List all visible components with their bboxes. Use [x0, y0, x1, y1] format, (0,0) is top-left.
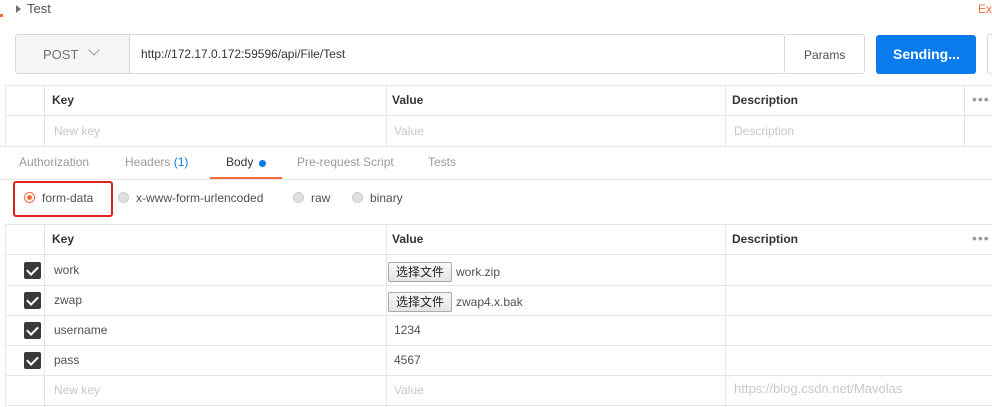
new-key-input[interactable]: New key: [54, 124, 100, 138]
url-input[interactable]: http://172.17.0.172:59596/api/File/Test: [141, 47, 345, 61]
row-enabled-checkbox[interactable]: [24, 292, 41, 309]
headers-count-badge: (1): [173, 155, 189, 169]
new-value-input[interactable]: Value: [394, 124, 424, 138]
divider: [6, 375, 992, 376]
row-value[interactable]: 4567: [394, 353, 421, 367]
divider: [725, 224, 726, 407]
column-header-value: Value: [392, 93, 424, 107]
divider: [5, 85, 6, 146]
request-bar: [15, 34, 785, 74]
examples-link[interactable]: Ex: [978, 2, 992, 16]
column-header-value: Value: [392, 232, 424, 246]
row-key[interactable]: pass: [54, 353, 79, 367]
divider: [6, 345, 992, 346]
row-key[interactable]: work: [54, 263, 79, 277]
column-header-description: Description: [732, 93, 799, 107]
tab-headers-label: Headers: [125, 155, 171, 169]
body-indicator-dot: [259, 160, 266, 167]
radio-x-www-form-urlencoded[interactable]: [118, 192, 129, 203]
divider: [6, 315, 992, 316]
divider: [44, 224, 45, 407]
column-header-key: Key: [52, 93, 75, 107]
new-value-input[interactable]: Value: [394, 383, 424, 397]
tab-tests[interactable]: Tests: [428, 155, 456, 169]
divider: [6, 115, 992, 116]
row-enabled-checkbox[interactable]: [24, 322, 41, 339]
row-enabled-checkbox[interactable]: [24, 352, 41, 369]
new-description-input[interactable]: Description: [734, 124, 794, 138]
divider: [386, 85, 387, 146]
divider: [6, 224, 992, 225]
more-options-icon[interactable]: •••: [972, 230, 990, 246]
radio-x-www-form-urlencoded-label[interactable]: x-www-form-urlencoded: [136, 191, 263, 205]
collapse-caret-icon[interactable]: [16, 5, 21, 13]
radio-binary-label[interactable]: binary: [370, 191, 403, 205]
divider: [6, 85, 992, 86]
choose-file-button[interactable]: 选择文件: [388, 262, 452, 282]
tab-body[interactable]: Body: [226, 155, 253, 169]
column-header-key: Key: [52, 232, 75, 246]
divider: [5, 224, 6, 407]
method-label[interactable]: POST: [43, 47, 78, 62]
radio-binary[interactable]: [352, 192, 363, 203]
active-tab-underline: [210, 177, 282, 179]
radio-form-data-label[interactable]: form-data: [42, 191, 93, 205]
row-enabled-checkbox[interactable]: [24, 262, 41, 279]
save-dropdown-button[interactable]: [987, 34, 992, 74]
radio-form-data[interactable]: [24, 192, 35, 203]
divider: [6, 405, 992, 406]
radio-raw[interactable]: [293, 192, 304, 203]
row-value[interactable]: 1234: [394, 323, 421, 337]
divider: [964, 85, 965, 146]
file-name: zwap4.x.bak: [456, 295, 523, 309]
divider: [6, 285, 992, 286]
row-key[interactable]: zwap: [54, 293, 82, 307]
orange-marker: [0, 14, 3, 17]
divider: [725, 85, 726, 146]
request-title[interactable]: Test: [27, 1, 51, 16]
divider: [44, 85, 45, 146]
divider: [6, 254, 992, 255]
radio-raw-label[interactable]: raw: [311, 191, 330, 205]
new-key-input[interactable]: New key: [54, 383, 100, 397]
column-header-description: Description: [732, 232, 799, 246]
choose-file-button[interactable]: 选择文件: [388, 292, 452, 312]
row-key[interactable]: username: [54, 323, 107, 337]
divider: [386, 224, 387, 407]
tab-pre-request-script[interactable]: Pre-request Script: [297, 155, 394, 169]
send-button-label[interactable]: Sending...: [893, 46, 960, 62]
params-button-label[interactable]: Params: [804, 48, 845, 62]
more-options-icon[interactable]: •••: [972, 91, 990, 107]
watermark: https://blog.csdn.net/Mavolas: [734, 381, 903, 396]
tab-headers[interactable]: Headers (1): [125, 155, 188, 169]
tab-authorization[interactable]: Authorization: [19, 155, 89, 169]
file-name: work.zip: [456, 265, 501, 279]
